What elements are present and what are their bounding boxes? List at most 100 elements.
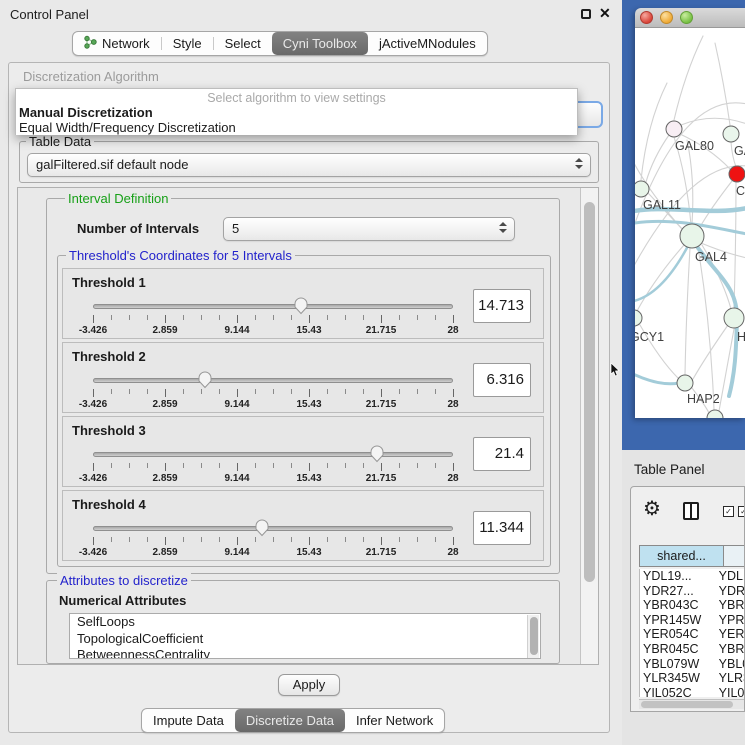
threshold-2-slider[interactable]: -3.4262.8599.14415.4321.71528 [93,373,453,411]
threshold-4-panel: Threshold 4 -3.4262.8599.14415.4321.7152… [62,490,544,561]
tab-discretize-data[interactable]: Discretize Data [235,709,345,732]
tab-label: Discretize Data [246,713,334,728]
table-row[interactable]: YDL19...YDL1 [640,569,745,584]
cell: YPR1 [719,613,745,628]
checkbox-icon[interactable]: ✓ [738,506,745,517]
tab-infer-network[interactable]: Infer Network [345,709,444,732]
minimize-traffic-light-icon[interactable] [660,11,673,24]
apply-button[interactable]: Apply [278,674,340,696]
close-traffic-light-icon[interactable] [640,11,653,24]
slider-track[interactable] [93,304,453,309]
column-header-name[interactable]: na [724,545,745,567]
cell: YIL0 [719,686,745,697]
table-row[interactable]: YBR043CYBR0 [640,598,745,613]
network-node[interactable] [635,310,642,326]
table-row[interactable]: YIL052CYIL0 [640,686,745,697]
slider-thumb[interactable] [294,297,308,315]
cell: YPR145W [640,613,719,628]
slider-thumb[interactable] [255,519,269,537]
horizontal-scrollbar[interactable] [639,699,745,709]
column-header-shared-name[interactable]: shared... [639,545,724,567]
settings-scroll-panel: Interval Definition Number of Intervals … [17,187,599,665]
tab-label: Style [173,36,202,51]
threshold-label: Threshold 1 [72,275,146,290]
network-node[interactable] [729,166,745,182]
gear-icon[interactable]: ⚙ [643,499,661,519]
node-label: GA [734,144,745,158]
cell: YER054C [640,627,719,642]
option-equal-width-frequency[interactable]: Equal Width/Frequency Discretization [16,120,577,135]
slider-track[interactable] [93,526,453,531]
num-intervals-combobox[interactable]: 5 [223,217,515,241]
tab-label: Network [102,36,150,51]
node-label: H [737,330,745,344]
list-item[interactable]: TopologicalCoefficient [70,631,540,648]
slider-thumb[interactable] [198,371,212,389]
network-node[interactable] [666,121,682,137]
list-item[interactable]: SelfLoops [70,614,540,631]
panel-scrollbar[interactable] [580,188,598,664]
table-row[interactable]: YPR145WYPR1 [640,613,745,628]
network-node[interactable] [724,308,744,328]
threshold-3-slider[interactable]: -3.4262.8599.14415.4321.71528 [93,447,453,485]
numerical-attributes-label: Numerical Attributes [59,593,186,608]
network-node[interactable] [707,410,723,418]
network-node[interactable] [635,181,649,197]
zoom-traffic-light-icon[interactable] [680,11,693,24]
network-node[interactable] [680,224,704,248]
tab-impute-data[interactable]: Impute Data [142,709,235,732]
numerical-attributes-list[interactable]: SelfLoops TopologicalCoefficient Between… [69,613,541,659]
table-data-label: Table Data [26,134,94,149]
tab-jactivemnodules[interactable]: jActiveMNodules [368,32,487,55]
table-row[interactable]: YLR345WYLR3 [640,671,745,686]
tab-select[interactable]: Select [214,32,272,55]
list-scrollbar[interactable] [527,615,539,658]
checkbox-icon[interactable]: ✓ [723,506,734,517]
slider-track[interactable] [93,452,453,457]
table-row[interactable]: YBR045CYBR0 [640,642,745,657]
scrollbar-thumb[interactable] [584,202,595,582]
num-intervals-value: 5 [232,221,239,236]
network-node[interactable] [677,375,693,391]
table-data-combobox[interactable]: galFiltered.sif default node [27,153,591,177]
list-item[interactable]: BetweennessCentrality [70,647,540,659]
tab-label: Infer Network [356,713,433,728]
threshold-3-value[interactable]: 21.4 [473,437,531,471]
cell: YBR0 [719,598,745,613]
tab-label: Impute Data [153,713,224,728]
cell: YDL1 [719,569,745,584]
threshold-4-slider[interactable]: -3.4262.8599.14415.4321.71528 [93,521,453,559]
float-window-icon[interactable] [581,9,591,19]
tab-cyni-toolbox[interactable]: Cyni Toolbox [272,32,368,55]
attributes-group-label: Attributes to discretize [57,573,191,588]
threshold-3-panel: Threshold 3 -3.4262.8599.14415.4321.7152… [62,416,544,487]
slider-thumb[interactable] [370,445,384,463]
table-row[interactable]: YBL079WYBL0 [640,657,745,672]
table-row[interactable]: YER054CYER0 [640,627,745,642]
network-canvas[interactable]: GAL80GACGAL11GAL4GCY1HHAP2 [635,28,745,418]
columns-icon[interactable] [683,502,699,520]
tab-network[interactable]: Network [73,32,161,55]
network-graph[interactable]: GAL80GACGAL11GAL4GCY1HHAP2 [635,28,745,418]
close-icon[interactable]: ✕ [599,5,611,22]
slider-track[interactable] [93,378,453,383]
table-row[interactable]: YDR27...YDR2 [640,584,745,599]
scrollbar-thumb[interactable] [641,701,733,708]
threshold-2-value[interactable]: 6.316 [473,363,531,397]
cell: YER0 [719,627,745,642]
option-manual-discretization[interactable]: Manual Discretization [16,105,577,120]
threshold-1-value[interactable]: 14.713 [473,289,531,323]
cell: YDL19... [640,569,719,584]
attributes-group: Attributes to discretize Numerical Attri… [46,580,560,664]
slider-tick-labels: -3.4262.8599.14415.4321.71528 [93,473,453,485]
network-node[interactable] [723,126,739,142]
table-body: YDL19...YDL1 YDR27...YDR2 YBR043CYBR0 YP… [639,569,745,697]
bottom-tab-bar: Impute Data Discretize Data Infer Networ… [141,708,445,733]
mouse-cursor [610,363,620,382]
algorithm-hint: Select algorithm to view settings [16,89,577,105]
threshold-4-value[interactable]: 11.344 [473,511,531,545]
tab-style[interactable]: Style [162,32,213,55]
threshold-1-slider[interactable]: -3.4262.8599.14415.4321.71528 [93,299,453,337]
network-window-titlebar[interactable] [635,8,745,28]
algorithm-dropdown-popup: Select algorithm to view settings Manual… [15,88,578,135]
